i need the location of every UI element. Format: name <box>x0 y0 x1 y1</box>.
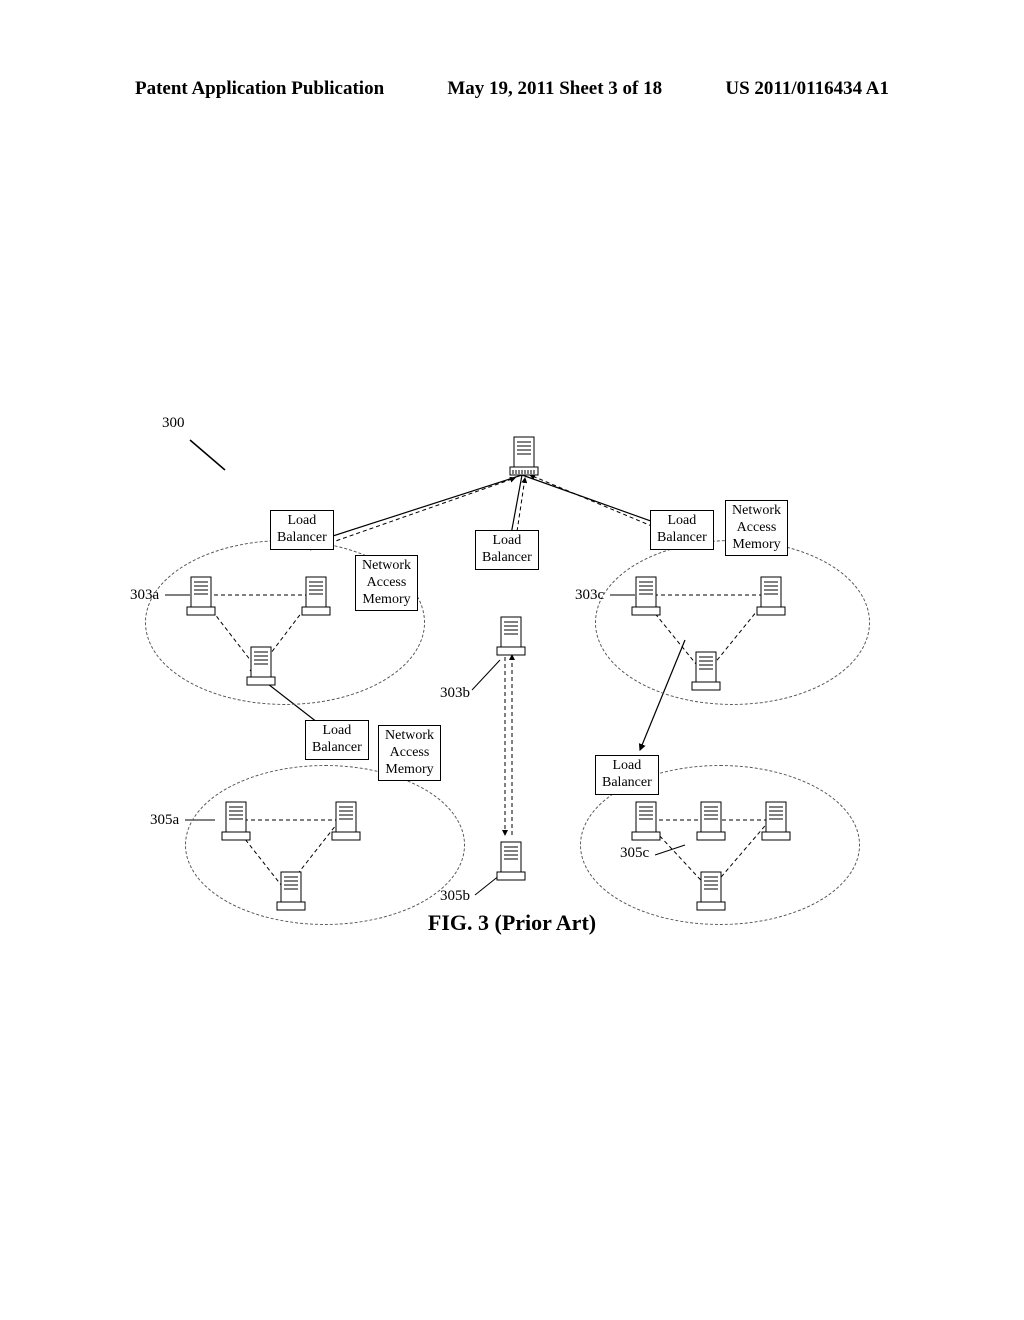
server-icon <box>185 575 217 619</box>
cluster-305a <box>185 765 465 925</box>
load-balancer-box: Load Balancer <box>475 530 539 570</box>
server-icon <box>695 800 727 844</box>
cluster-303c <box>595 540 870 705</box>
server-icon <box>695 870 727 914</box>
figure-caption: FIG. 3 (Prior Art) <box>0 910 1024 936</box>
network-access-memory-box: Network Access Memory <box>725 500 788 556</box>
header-left: Patent Application Publication <box>135 78 384 100</box>
ref-label-305a: 305a <box>150 812 179 829</box>
server-icon <box>220 800 252 844</box>
ref-label-303b: 303b <box>440 685 470 702</box>
network-access-memory-box: Network Access Memory <box>355 555 418 611</box>
server-icon <box>630 575 662 619</box>
server-icon <box>330 800 362 844</box>
load-balancer-box: Load Balancer <box>650 510 714 550</box>
server-icon <box>755 575 787 619</box>
load-balancer-box: Load Balancer <box>270 510 334 550</box>
root-label: 300 <box>162 415 185 432</box>
ref-label-305b: 305b <box>440 888 470 905</box>
server-icon <box>508 435 540 479</box>
ref-label-303c: 303c <box>575 587 604 604</box>
server-icon <box>690 650 722 694</box>
page-header: Patent Application Publication May 19, 2… <box>0 78 1024 100</box>
server-icon <box>630 800 662 844</box>
header-right: US 2011/0116434 A1 <box>725 78 889 100</box>
server-icon <box>275 870 307 914</box>
ref-label-303a: 303a <box>130 587 159 604</box>
server-icon <box>495 840 527 884</box>
server-icon <box>760 800 792 844</box>
load-balancer-box: Load Balancer <box>305 720 369 760</box>
header-center: May 19, 2011 Sheet 3 of 18 <box>447 78 662 100</box>
figure-diagram: 300 Load Balancer Load Balancer Load Bal… <box>130 420 890 950</box>
load-balancer-box: Load Balancer <box>595 755 659 795</box>
server-icon <box>495 615 527 659</box>
ref-label-305c: 305c <box>620 845 649 862</box>
network-access-memory-box: Network Access Memory <box>378 725 441 781</box>
server-icon <box>300 575 332 619</box>
server-icon <box>245 645 277 689</box>
